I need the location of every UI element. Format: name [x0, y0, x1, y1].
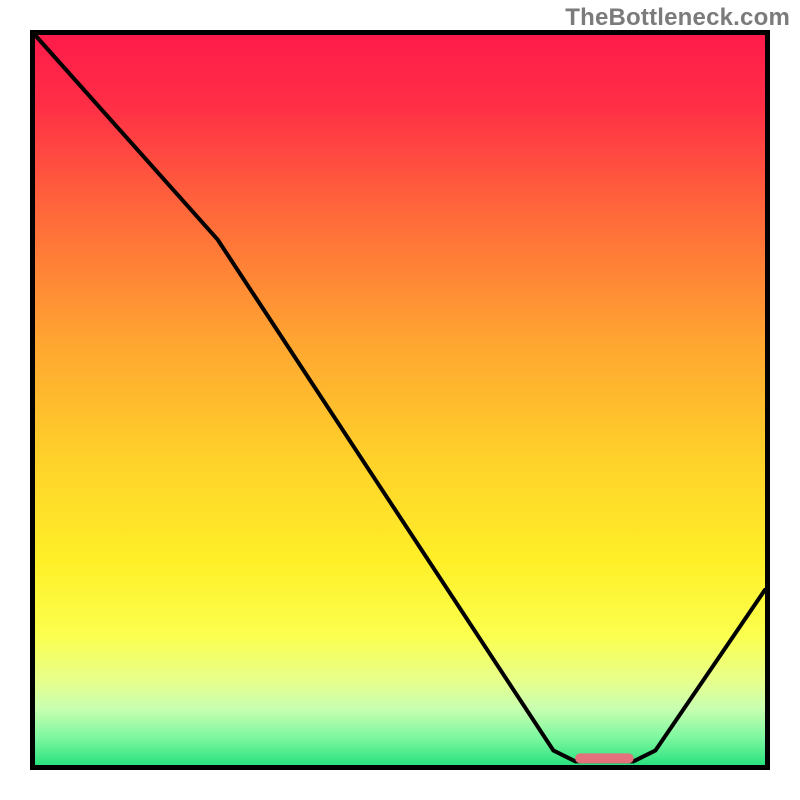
- chart-container: { "watermark": "TheBottleneck.com", "cha…: [0, 0, 800, 800]
- watermark-text: TheBottleneck.com: [565, 4, 790, 32]
- plot-background: [33, 33, 768, 768]
- bottleneck-chart: [0, 0, 800, 800]
- optimum-marker: [575, 753, 633, 763]
